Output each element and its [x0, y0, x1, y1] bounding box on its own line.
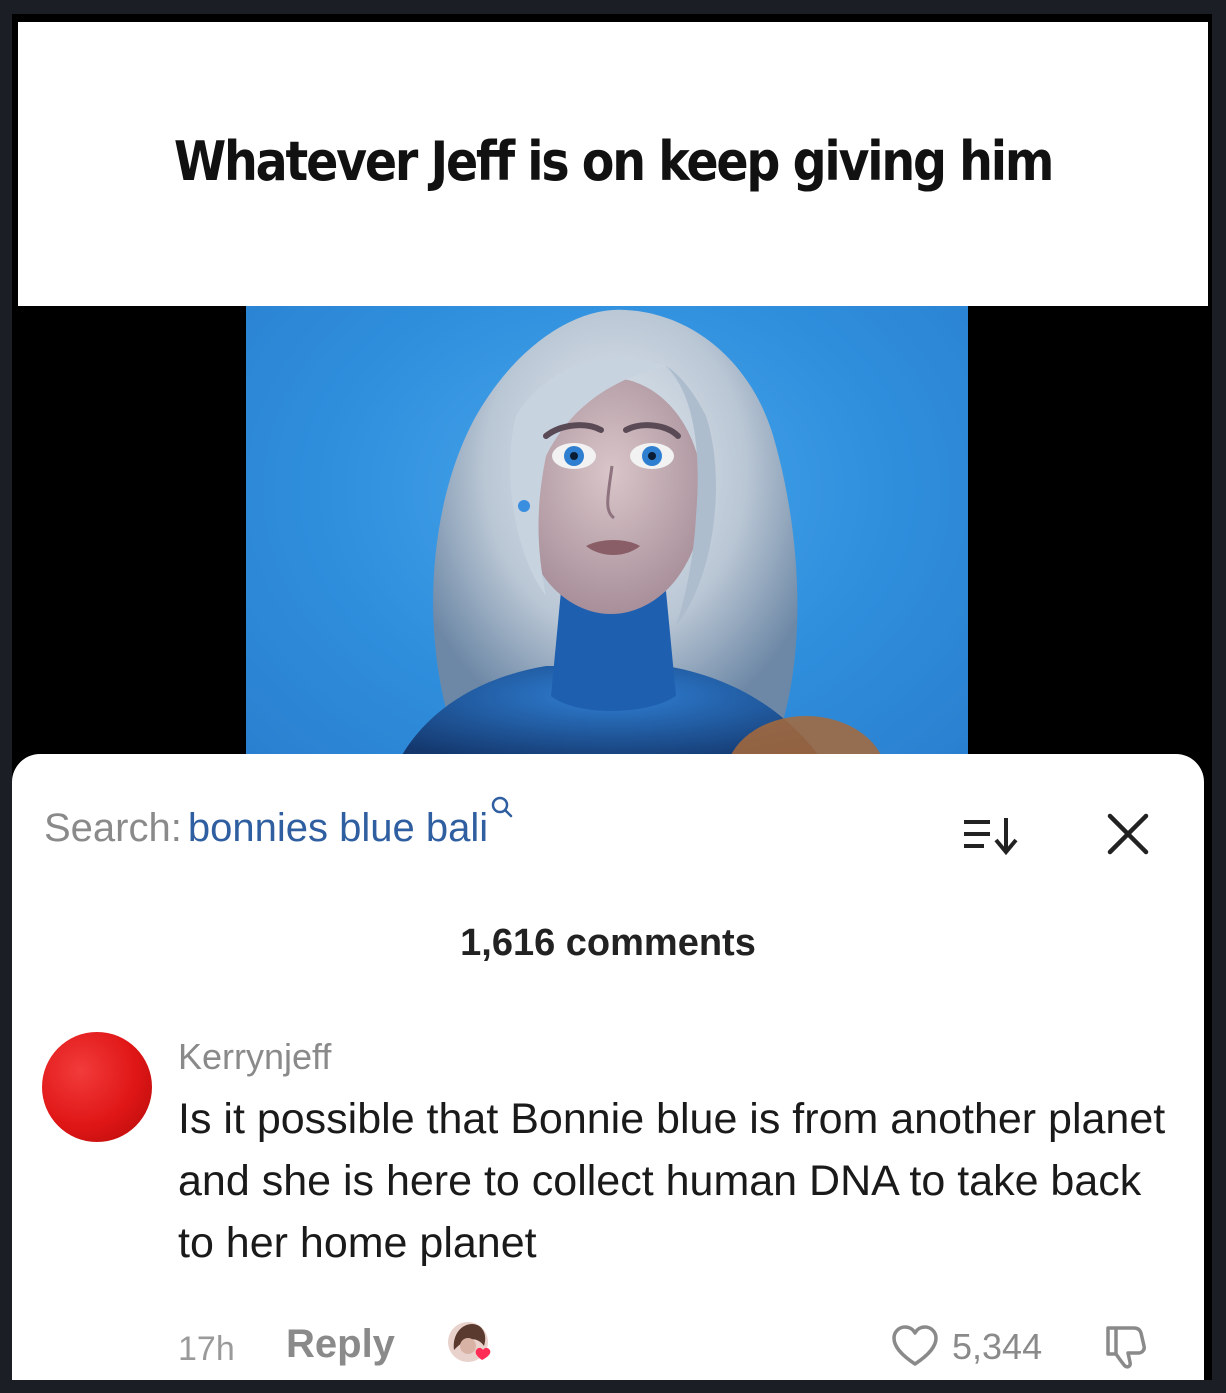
portrait-photo [246, 306, 968, 766]
caption-text: Whatever Jeff is on keep giving him [173, 130, 1055, 193]
comments-sheet: Search: bonnies blue bali 1,616 comments… [12, 754, 1204, 1380]
comment-username[interactable]: Kerrynjeff [178, 1036, 331, 1078]
comments-count: 1,616 comments [460, 922, 756, 964]
caption-band: Whatever Jeff is on keep giving him [18, 22, 1208, 306]
heart-icon[interactable] [890, 1324, 940, 1373]
reply-button[interactable]: Reply [286, 1322, 395, 1367]
search-bar[interactable]: Search: bonnies blue bali [44, 796, 514, 851]
avatar[interactable] [42, 1032, 152, 1142]
video-area[interactable] [12, 306, 1212, 766]
search-label: Search: [44, 806, 182, 850]
sort-icon[interactable] [962, 816, 1022, 861]
post-frame: Whatever Jeff is on keep giving him Sear… [12, 14, 1212, 1380]
comment-text: Is it possible that Bonnie blue is from … [178, 1095, 1166, 1267]
close-icon[interactable] [1106, 812, 1150, 861]
like-count: 5,344 [952, 1326, 1043, 1367]
thumbs-down-icon[interactable] [1104, 1324, 1152, 1375]
creator-liked-badge [444, 1316, 500, 1372]
search-icon[interactable] [490, 784, 514, 829]
search-query[interactable]: bonnies blue bali [188, 806, 488, 850]
portrait-illustration [396, 309, 885, 766]
comment-timestamp: 17h [178, 1330, 235, 1368]
